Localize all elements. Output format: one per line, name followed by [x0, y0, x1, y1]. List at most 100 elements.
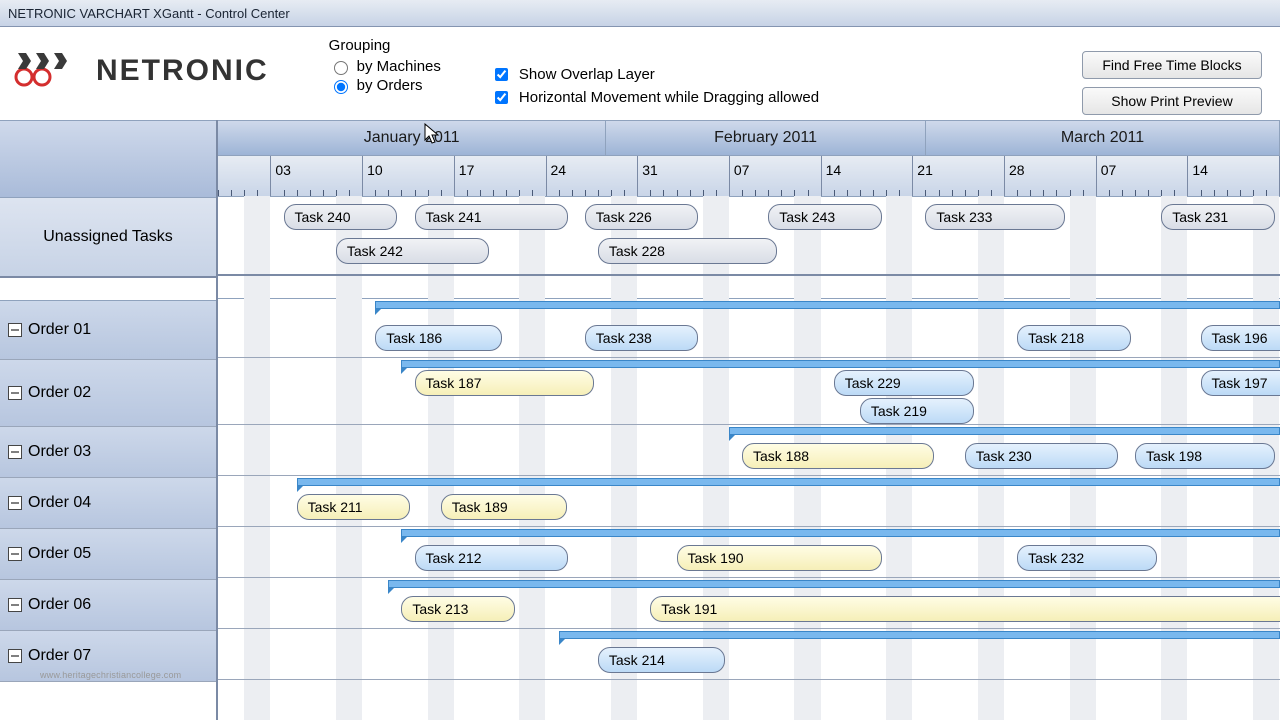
order-summary-bar[interactable]	[729, 427, 1280, 435]
order-summary-bar[interactable]	[297, 478, 1280, 486]
grouping-label: Grouping	[329, 37, 441, 54]
task-bar[interactable]: Task 241	[415, 204, 568, 230]
order-row-body[interactable]: Task 214	[218, 629, 1280, 680]
task-bar[interactable]: Task 226	[585, 204, 699, 230]
brand-mark-icon	[10, 49, 90, 92]
order-row-header[interactable]: Order 01	[0, 301, 216, 360]
order-row-header[interactable]: Order 02	[0, 360, 216, 427]
grouping-radio-orders[interactable]	[334, 80, 348, 94]
order-label: Order 03	[28, 443, 91, 461]
collapse-icon[interactable]	[8, 598, 22, 612]
window-title: NETRONIC VARCHART XGantt - Control Cente…	[8, 6, 290, 21]
show-overlap-check[interactable]: Show Overlap Layer	[491, 65, 819, 84]
toolbar: NETRONIC Grouping by Machines by Orders …	[0, 27, 1280, 130]
task-bar[interactable]: Task 240	[284, 204, 398, 230]
order-label: Order 02	[28, 384, 91, 402]
task-bar[interactable]: Task 243	[768, 204, 882, 230]
order-row-body[interactable]: Task 212 Task 190 Task 232	[218, 527, 1280, 578]
order-summary-bar[interactable]	[401, 529, 1280, 537]
collapse-icon[interactable]	[8, 445, 22, 459]
gantt-timeline[interactable]: January 2011February 2011March 2011 0310…	[218, 120, 1280, 720]
grouping-option-orders[interactable]: by Orders	[329, 77, 441, 94]
order-row-body[interactable]: Task 211 Task 189	[218, 476, 1280, 527]
order-label: Order 06	[28, 596, 91, 614]
order-row-header[interactable]: Order 03	[0, 427, 216, 478]
task-bar[interactable]: Task 212	[415, 545, 568, 571]
task-bar[interactable]: Task 233	[925, 204, 1065, 230]
order-row-header[interactable]: Order 05	[0, 529, 216, 580]
timeline-body[interactable]: Task 240 Task 241 Task 226 Task 243 Task 233…	[218, 196, 1280, 720]
week-tick: 28	[1004, 156, 1005, 196]
order-row-body[interactable]: Task 187 Task 229 Task 197 Task 219	[218, 358, 1280, 425]
gantt-sidebar: Unassigned Tasks Order 01 Order 02 Order 0…	[0, 120, 218, 720]
week-tick: 10	[362, 156, 363, 196]
horizontal-move-check[interactable]: Horizontal Movement while Dragging allow…	[491, 88, 819, 107]
task-bar[interactable]: Task 238	[585, 325, 699, 351]
task-bar[interactable]: Task 196	[1201, 325, 1280, 351]
week-tick: 17	[454, 156, 455, 196]
task-bar[interactable]: Task 213	[401, 596, 515, 622]
task-bar[interactable]: Task 211	[297, 494, 411, 520]
grouping-option-machines[interactable]: by Machines	[329, 58, 441, 75]
task-bar[interactable]: Task 230	[965, 443, 1118, 469]
task-bar[interactable]: Task 186	[375, 325, 502, 351]
task-bar[interactable]: Task 242	[336, 238, 489, 264]
find-free-time-button[interactable]: Find Free Time Blocks	[1082, 51, 1262, 79]
order-row-header[interactable]: Order 06	[0, 580, 216, 631]
week-tick: 21	[912, 156, 913, 196]
task-bar[interactable]: Task 231	[1161, 204, 1275, 230]
collapse-icon[interactable]	[8, 496, 22, 510]
week-tick: 07	[1096, 156, 1097, 196]
collapse-icon[interactable]	[8, 547, 22, 561]
order-summary-bar[interactable]	[401, 360, 1280, 368]
order-row-body[interactable]: Task 213 Task 191	[218, 578, 1280, 629]
task-bar[interactable]: Task 214	[598, 647, 725, 673]
order-label: Order 04	[28, 494, 91, 512]
brand-name: NETRONIC	[96, 54, 269, 88]
timeline-gap	[218, 276, 1280, 299]
task-bar[interactable]: Task 198	[1135, 443, 1275, 469]
unassigned-tasks-header: Unassigned Tasks	[0, 198, 216, 278]
sidebar-header-blank	[0, 120, 216, 198]
gantt-chart: Unassigned Tasks Order 01 Order 02 Order 0…	[0, 120, 1280, 720]
collapse-icon[interactable]	[8, 386, 22, 400]
options-panel: Show Overlap Layer Horizontal Movement w…	[491, 61, 819, 111]
print-preview-button[interactable]: Show Print Preview	[1082, 87, 1262, 115]
task-bar[interactable]: Task 232	[1017, 545, 1157, 571]
collapse-icon[interactable]	[8, 649, 22, 663]
timeline-header: January 2011February 2011March 2011 0310…	[218, 120, 1280, 197]
collapse-icon[interactable]	[8, 323, 22, 337]
task-bar[interactable]: Task 191	[650, 596, 1280, 622]
order-summary-bar[interactable]	[375, 301, 1280, 309]
task-bar[interactable]: Task 229	[834, 370, 974, 396]
week-tick: 14	[821, 156, 822, 196]
order-row-header[interactable]: Order 04	[0, 478, 216, 529]
show-overlap-checkbox[interactable]	[495, 68, 508, 81]
order-label: Order 05	[28, 545, 91, 563]
watermark: www.heritagechristiancollege.com	[40, 670, 181, 680]
order-summary-bar[interactable]	[388, 580, 1280, 588]
order-row-body[interactable]: Task 186 Task 238 Task 218 Task 196	[218, 299, 1280, 358]
task-bar[interactable]: Task 228	[598, 238, 777, 264]
task-bar[interactable]: Task 219	[860, 398, 974, 424]
week-tick: 31	[637, 156, 638, 196]
sidebar-gap	[0, 278, 216, 301]
horizontal-move-checkbox[interactable]	[495, 91, 508, 104]
task-bar[interactable]: Task 190	[677, 545, 882, 571]
order-summary-bar[interactable]	[559, 631, 1280, 639]
window-titlebar: NETRONIC VARCHART XGantt - Control Cente…	[0, 0, 1280, 27]
task-bar[interactable]: Task 218	[1017, 325, 1131, 351]
order-label: Order 07	[28, 647, 91, 665]
task-bar[interactable]: Task 188	[742, 443, 934, 469]
unassigned-body[interactable]: Task 240 Task 241 Task 226 Task 243 Task 233…	[218, 196, 1280, 276]
week-tick: 24	[546, 156, 547, 196]
task-bar[interactable]: Task 189	[441, 494, 568, 520]
order-row-body[interactable]: Task 188 Task 230 Task 198	[218, 425, 1280, 476]
grouping-radio-machines[interactable]	[334, 61, 348, 75]
task-bar[interactable]: Task 187	[415, 370, 594, 396]
brand-logo: NETRONIC	[10, 49, 269, 92]
week-tick: 03	[270, 156, 271, 196]
grouping-panel: Grouping by Machines by Orders	[329, 37, 441, 96]
task-bar[interactable]: Task 197	[1201, 370, 1280, 396]
week-tick: 14	[1187, 156, 1188, 196]
